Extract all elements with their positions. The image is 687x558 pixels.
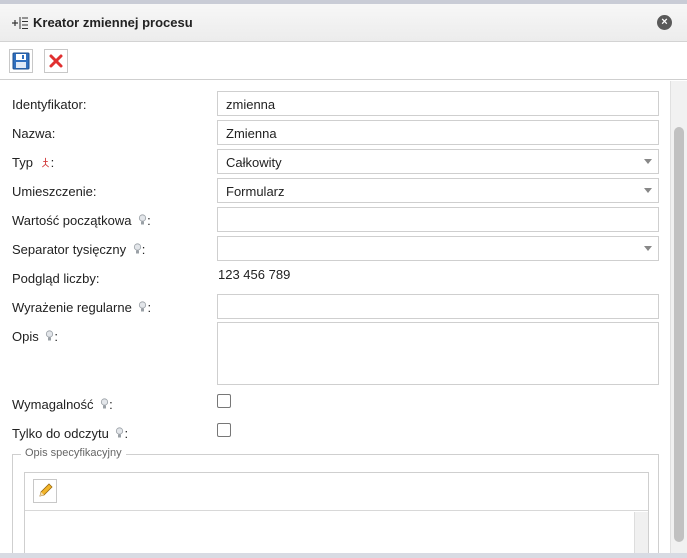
readonly-checkbox[interactable]: [217, 423, 231, 437]
editor-scrollbar[interactable]: [634, 512, 648, 558]
placement-select[interactable]: Formularz: [217, 178, 659, 203]
save-button[interactable]: [9, 49, 33, 73]
initial-value-input[interactable]: [217, 207, 659, 232]
scrollbar-thumb[interactable]: [674, 127, 684, 542]
description-label: Opis :: [12, 329, 58, 344]
chevron-down-icon: [644, 246, 652, 251]
dialog-title: Kreator zmiennej procesu: [33, 15, 193, 30]
type-select-value: Całkowity: [226, 155, 282, 170]
required-label: Wymagalność :: [12, 397, 113, 412]
placement-select-value: Formularz: [226, 184, 285, 199]
add-variable-icon: [12, 17, 28, 29]
readonly-label: Tylko do odczytu :: [12, 426, 129, 441]
thousands-separator-select[interactable]: [217, 236, 659, 261]
regex-label: Wyrażenie regularne :: [12, 300, 152, 315]
number-preview-value: 123 456 789: [218, 267, 291, 282]
content-scrollbar[interactable]: [670, 81, 687, 558]
name-label: Nazwa:: [12, 126, 56, 141]
lightbulb-icon[interactable]: [133, 243, 142, 255]
dialog-toolbar: [0, 42, 687, 80]
form-content: Identyfikator: zmienna Nazwa: Zmienna Ty…: [0, 81, 670, 558]
name-input[interactable]: Zmienna: [217, 120, 659, 145]
lightbulb-icon[interactable]: [100, 398, 109, 410]
dialog-title-bar: Kreator zmiennej procesu ×: [0, 4, 687, 42]
pencil-icon: [39, 483, 53, 497]
type-label: Typ :: [12, 155, 55, 170]
thousands-separator-label: Separator tysięczny :: [12, 242, 146, 257]
identifier-label: Identyfikator:: [12, 97, 87, 112]
editor-toolbar: [25, 473, 648, 511]
specification-legend: Opis specyfikacyjny: [21, 447, 126, 459]
lightbulb-icon[interactable]: [138, 214, 147, 226]
cancel-button[interactable]: [44, 49, 68, 73]
edit-button[interactable]: [33, 479, 57, 503]
required-marker-icon: [41, 157, 49, 168]
number-preview-label: Podgląd liczby:: [12, 271, 100, 286]
specification-fieldset: Opis specyfikacyjny: [12, 447, 659, 558]
chevron-down-icon: [644, 159, 652, 164]
chevron-down-icon: [644, 188, 652, 193]
type-select[interactable]: Całkowity: [217, 149, 659, 174]
initial-value-label: Wartość początkowa :: [12, 213, 151, 228]
description-textarea[interactable]: [217, 322, 659, 385]
regex-input[interactable]: [217, 294, 659, 319]
cancel-icon: [49, 54, 63, 68]
window-bottom-strip: [0, 553, 687, 558]
lightbulb-icon[interactable]: [45, 330, 54, 342]
placement-label: Umieszczenie:: [12, 184, 97, 199]
close-icon[interactable]: ×: [657, 15, 672, 30]
save-icon: [12, 52, 30, 70]
identifier-input[interactable]: zmienna: [217, 91, 659, 116]
required-checkbox[interactable]: [217, 394, 231, 408]
type-label-text: Typ: [12, 155, 33, 170]
specification-editor[interactable]: [24, 472, 649, 558]
